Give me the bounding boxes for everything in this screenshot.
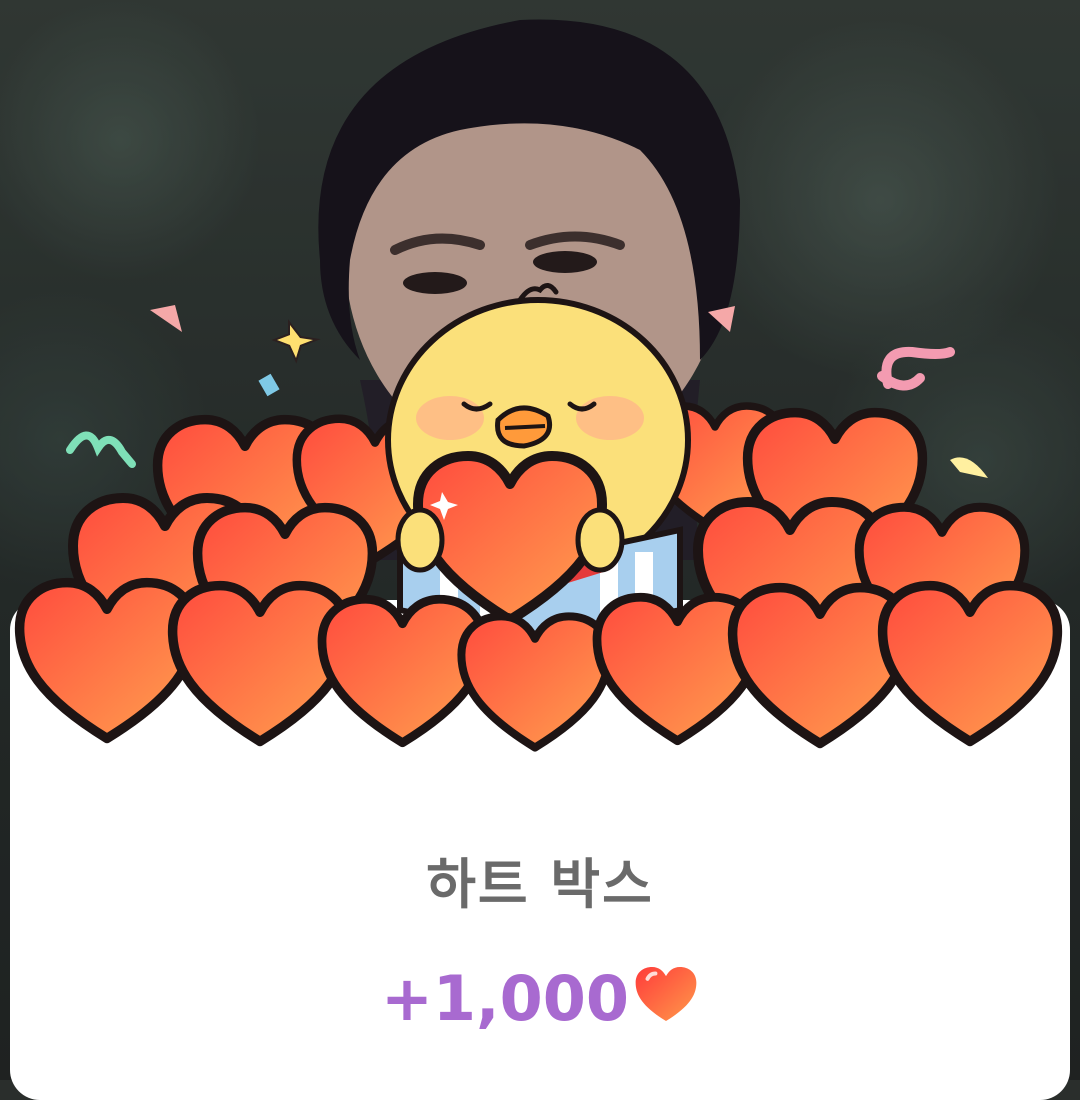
heart-icon <box>633 964 699 1039</box>
reward-amount: +1,000 <box>380 962 630 1035</box>
reward-amount-row: +1,000 <box>0 962 1080 1039</box>
popup-title: 하트 박스 <box>426 853 654 916</box>
